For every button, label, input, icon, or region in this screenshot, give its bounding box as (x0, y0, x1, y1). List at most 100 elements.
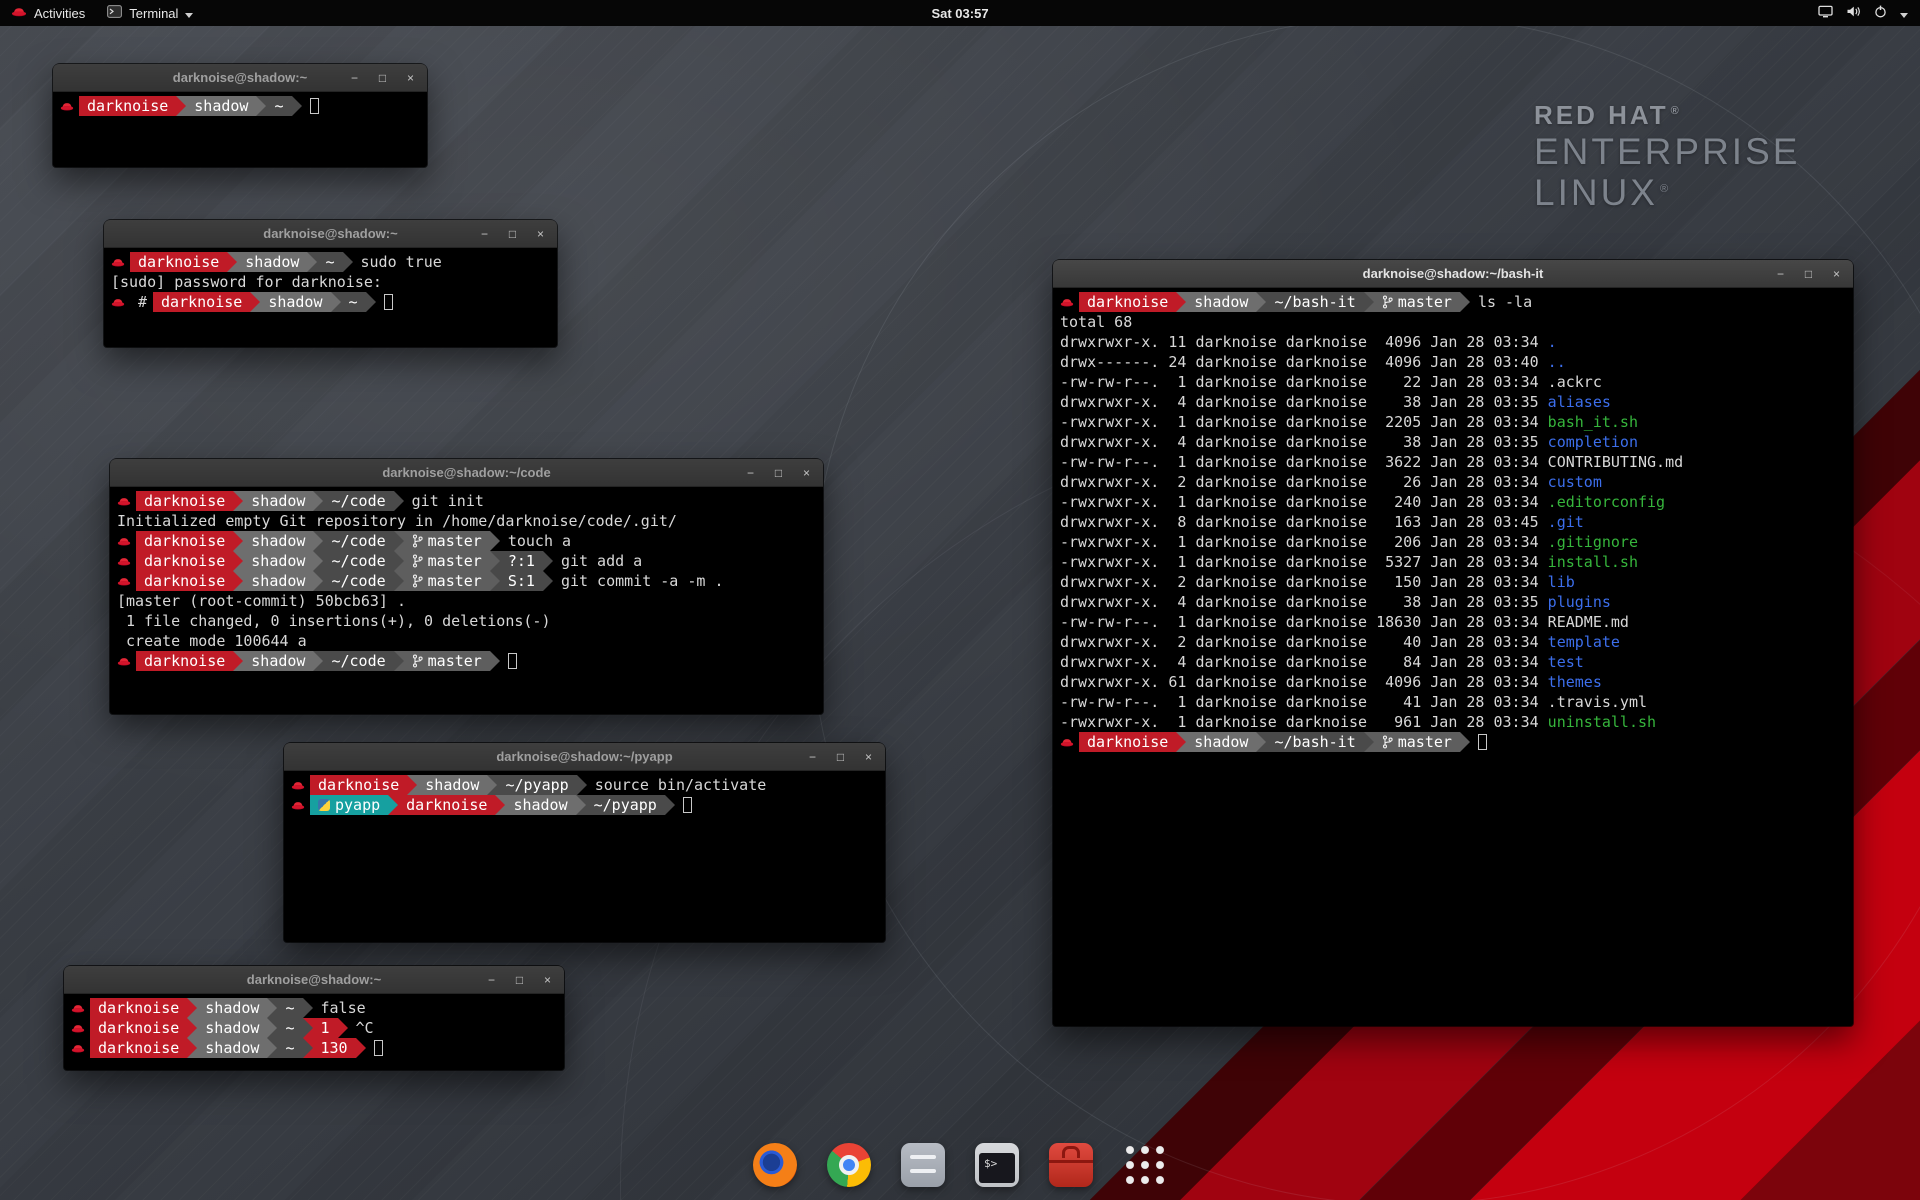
powerline-arrow (490, 571, 500, 591)
terminal-body[interactable]: darknoiseshadow~sudo true[sudo] password… (104, 248, 557, 347)
segment-label: shadow (205, 1039, 259, 1057)
terminal-line: darknoiseshadow~/bash-itmaster (1060, 732, 1846, 752)
segment-label: shadow (251, 552, 305, 570)
git-branch-icon (1382, 295, 1393, 309)
window-titlebar[interactable]: darknoise@shadow:~/code−□× (110, 459, 823, 487)
window-titlebar[interactable]: darknoise@shadow:~−□× (53, 64, 427, 92)
activities-button[interactable]: Activities (0, 0, 96, 26)
file-name: plugins (1548, 593, 1611, 611)
window-minimize-button[interactable]: − (477, 226, 492, 241)
powerline-arrow (1256, 732, 1266, 752)
ls-columns: drwxrwxr-x. 4 darknoise darknoise 38 Jan… (1060, 433, 1548, 451)
terminal-line: darknoiseshadow~sudo true (111, 252, 550, 272)
prompt-segment-host: shadow (243, 651, 313, 671)
window-controls: −□ × (743, 459, 814, 486)
segment-label: darknoise (318, 776, 399, 794)
prompt-segment-git: master (404, 531, 490, 551)
prompt-segment-user: darknoise (90, 1018, 187, 1038)
system-status-area[interactable] (1806, 0, 1920, 26)
dock-item-app-grid[interactable] (1118, 1138, 1172, 1192)
window-minimize-button[interactable]: − (805, 749, 820, 764)
terminal-line: darknoiseshadow~/codemaster (117, 651, 816, 671)
python-icon (318, 799, 330, 811)
powerline-arrow (487, 775, 497, 795)
segment-label: 130 (321, 1039, 348, 1057)
app-menu-terminal[interactable]: Terminal (96, 0, 204, 26)
segment-label: ~ (274, 97, 283, 115)
powerline-arrow (187, 1018, 197, 1038)
window-maximize-button[interactable]: □ (505, 226, 520, 241)
window-minimize-button[interactable]: − (484, 972, 499, 987)
terminal-cursor (508, 653, 517, 669)
command-text: # (130, 293, 153, 311)
terminal-line: drwxrwxr-x. 11 darknoise darknoise 4096 … (1060, 332, 1846, 352)
dock-item-firefox[interactable] (748, 1138, 802, 1192)
terminal-line: drwxrwxr-x. 4 darknoise darknoise 38 Jan… (1060, 432, 1846, 452)
window-close-button[interactable]: × (861, 749, 876, 764)
dock-item-chrome[interactable] (822, 1138, 876, 1192)
command-text: git commit -a -m . (553, 572, 730, 590)
terminal-body[interactable]: darknoiseshadow~ (53, 92, 427, 167)
redhat-icon (117, 496, 131, 507)
segment-label: ~ (325, 253, 334, 271)
segment-label: master (428, 532, 482, 550)
powerline-arrow (1176, 732, 1186, 752)
file-name: README.md (1548, 613, 1629, 631)
window-minimize-button[interactable]: − (743, 465, 758, 480)
powerline-arrow (267, 1018, 277, 1038)
window-titlebar[interactable]: darknoise@shadow:~ −□ × (64, 966, 564, 994)
powerline-arrow (1256, 292, 1266, 312)
clock[interactable]: Sat 03:57 (931, 0, 988, 26)
window-close-button[interactable]: × (403, 70, 418, 85)
output-text: [master (root-commit) 50bcb63] . (117, 592, 406, 610)
terminal-body[interactable]: darknoiseshadow~falsedarknoiseshadow~1^C… (64, 994, 564, 1070)
ls-columns: -rw-rw-r--. 1 darknoise darknoise 22 Jan… (1060, 373, 1548, 391)
dock-item-terminal[interactable] (970, 1138, 1024, 1192)
window-minimize-button[interactable]: − (347, 70, 362, 85)
file-name: themes (1548, 673, 1602, 691)
terminal-body[interactable]: darknoiseshadow~/bash-itmasterls -latota… (1053, 288, 1853, 1026)
prompt-segment-user: darknoise (90, 1038, 187, 1058)
prompt-segment-path: ~/pyapp (586, 795, 665, 815)
powerline-arrow (292, 96, 302, 116)
segment-label: ~ (285, 1019, 294, 1037)
redhat-icon (1060, 297, 1074, 308)
terminal-body[interactable]: darknoiseshadow~/pyappsource bin/activat… (284, 771, 885, 942)
ls-columns: drwxrwxr-x. 61 darknoise darknoise 4096 … (1060, 673, 1548, 691)
window-maximize-button[interactable]: □ (375, 70, 390, 85)
segment-label: ~/pyapp (505, 776, 568, 794)
window-close-button[interactable]: × (1829, 266, 1844, 281)
terminal-line: drwxrwxr-x. 4 darknoise darknoise 38 Jan… (1060, 392, 1846, 412)
segment-label: ~/code (331, 532, 385, 550)
redhat-icon (71, 1003, 85, 1014)
window-titlebar[interactable]: darknoise@shadow:~/pyapp−□× (284, 743, 885, 771)
window-maximize-button[interactable]: □ (512, 972, 527, 987)
terminal-body[interactable]: darknoiseshadow~/codegit initInitialized… (110, 487, 823, 714)
volume-icon (1846, 5, 1861, 21)
window-maximize-button[interactable]: □ (833, 749, 848, 764)
dock-item-toolbox[interactable] (1044, 1138, 1098, 1192)
prompt-segment-path: ~/code (323, 551, 393, 571)
powerline-arrow (250, 292, 260, 312)
chevron-down-icon (1900, 6, 1908, 21)
window-close-button[interactable]: × (799, 465, 814, 480)
command-text: sudo true (353, 253, 448, 271)
window-maximize-button[interactable]: □ (771, 465, 786, 480)
window-close-button[interactable]: × (540, 972, 555, 987)
window-titlebar[interactable]: darknoise@shadow:~/bash-it−□× (1053, 260, 1853, 288)
prompt-segment-user: darknoise (153, 292, 250, 312)
window-maximize-button[interactable]: □ (1801, 266, 1816, 281)
file-name: .ackrc (1548, 373, 1602, 391)
window-close-button[interactable]: × (533, 226, 548, 241)
window-title: darknoise@shadow:~ (247, 972, 381, 987)
window-titlebar[interactable]: darknoise@shadow:~−□× (104, 220, 557, 248)
ls-columns: drwxrwxr-x. 2 darknoise darknoise 150 Ja… (1060, 573, 1548, 591)
powerline-arrow (343, 252, 353, 272)
window-minimize-button[interactable]: − (1773, 266, 1788, 281)
powerline-arrow (313, 491, 323, 511)
prompt-segment-host: shadow (243, 551, 313, 571)
powerline-arrow (331, 292, 341, 312)
powerline-arrow (490, 651, 500, 671)
terminal-line: drwxrwxr-x. 2 darknoise darknoise 26 Jan… (1060, 472, 1846, 492)
dock-item-files[interactable] (896, 1138, 950, 1192)
